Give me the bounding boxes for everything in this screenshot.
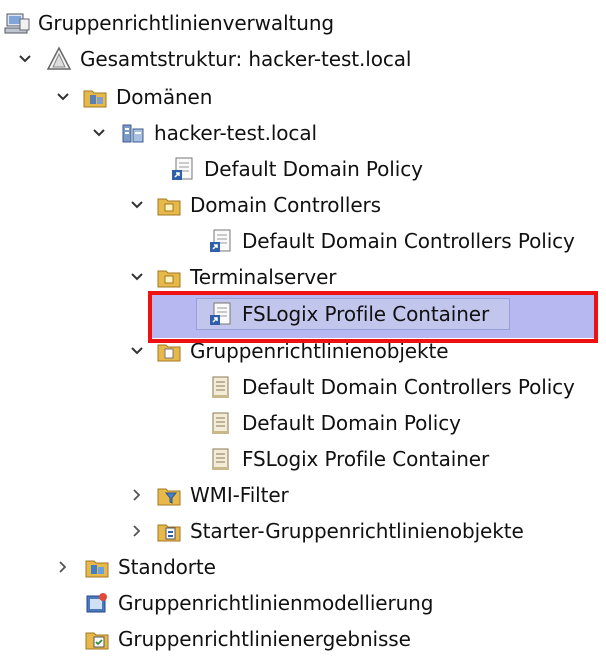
chevron-down-icon[interactable] (52, 80, 74, 114)
tree-item-label: Default Domain Policy (204, 157, 423, 181)
domain-icon (120, 120, 146, 146)
results-icon (84, 626, 110, 652)
tree-item-label: Default Domain Policy (242, 411, 461, 435)
chevron-down-icon[interactable] (126, 260, 148, 294)
tree-item-label: FSLogix Profile Container (242, 447, 490, 471)
tree-item-default-domain-controllers-policy-link[interactable]: Default Domain Controllers Policy (186, 224, 575, 258)
tree-item-gpo-fslogix-profile-container[interactable]: FSLogix Profile Container (186, 442, 489, 476)
gpo-link-icon (208, 228, 234, 254)
ou-icon (156, 264, 182, 290)
tree-item-gp-results[interactable]: Gruppenrichtlinienergebnisse (52, 622, 411, 656)
tree-item-label: Gruppenrichtlinienergebnisse (118, 627, 411, 651)
tree-item-default-domain-policy-link[interactable]: Default Domain Policy (148, 152, 423, 186)
tree-item-gp-modeling[interactable]: Gruppenrichtlinienmodellierung (52, 586, 433, 620)
tree-item-starter-gpos[interactable]: Starter-Gruppenrichtlinienobjekte (126, 514, 524, 548)
forest-icon (46, 46, 72, 72)
tree-item-domain[interactable]: hacker-test.local (88, 116, 317, 150)
gpo-icon (208, 374, 234, 400)
tree-item-label: Gesamtstruktur: hacker-test.local (80, 47, 412, 71)
gpo-link-icon (170, 156, 196, 182)
chevron-right-icon[interactable] (126, 514, 148, 548)
tree-item-terminalserver[interactable]: Terminalserver (126, 260, 337, 294)
tree-item-gpo-default-domain-controllers-policy[interactable]: Default Domain Controllers Policy (186, 370, 575, 404)
chevron-down-icon[interactable] (88, 116, 110, 150)
sites-icon (84, 554, 110, 580)
tree-item-label: Starter-Gruppenrichtlinienobjekte (190, 519, 524, 543)
wmi-filter-icon (156, 482, 182, 508)
starter-gpo-icon (156, 518, 182, 544)
highlight-frame (148, 291, 598, 343)
tree-item-domains[interactable]: Domänen (52, 80, 212, 114)
tree-item-label: Default Domain Controllers Policy (242, 375, 575, 399)
tree-item-gpmc-root[interactable]: Gruppenrichtlinienverwaltung (4, 6, 334, 40)
chevron-down-icon[interactable] (14, 42, 36, 76)
gpo-icon (208, 410, 234, 436)
tree-item-label: Domänen (116, 85, 213, 109)
tree-item-label: Gruppenrichtlinienmodellierung (118, 591, 434, 615)
tree-item-label: Gruppenrichtlinienverwaltung (38, 11, 335, 35)
gpmc-console-icon (4, 10, 30, 36)
tree-item-wmi-filter[interactable]: WMI-Filter (126, 478, 289, 512)
tree-item-label: Default Domain Controllers Policy (242, 229, 575, 253)
ou-icon (156, 192, 182, 218)
chevron-right-icon[interactable] (126, 478, 148, 512)
tree-item-label: WMI-Filter (190, 483, 289, 507)
chevron-down-icon[interactable] (126, 334, 148, 368)
tree-item-gpo-default-domain-policy[interactable]: Default Domain Policy (186, 406, 461, 440)
modeling-icon (84, 590, 110, 616)
tree-item-label: Standorte (118, 555, 216, 579)
gpo-icon (208, 446, 234, 472)
tree-item-label: Domain Controllers (190, 193, 381, 217)
domains-folder-icon (82, 84, 108, 110)
tree-item-forest[interactable]: Gesamtstruktur: hacker-test.local (14, 42, 411, 76)
tree-item-label: Terminalserver (190, 265, 337, 289)
tree-item-label: hacker-test.local (154, 121, 317, 145)
tree-item-sites[interactable]: Standorte (52, 550, 216, 584)
tree-item-domain-controllers[interactable]: Domain Controllers (126, 188, 381, 222)
chevron-down-icon[interactable] (126, 188, 148, 222)
chevron-right-icon[interactable] (52, 550, 74, 584)
